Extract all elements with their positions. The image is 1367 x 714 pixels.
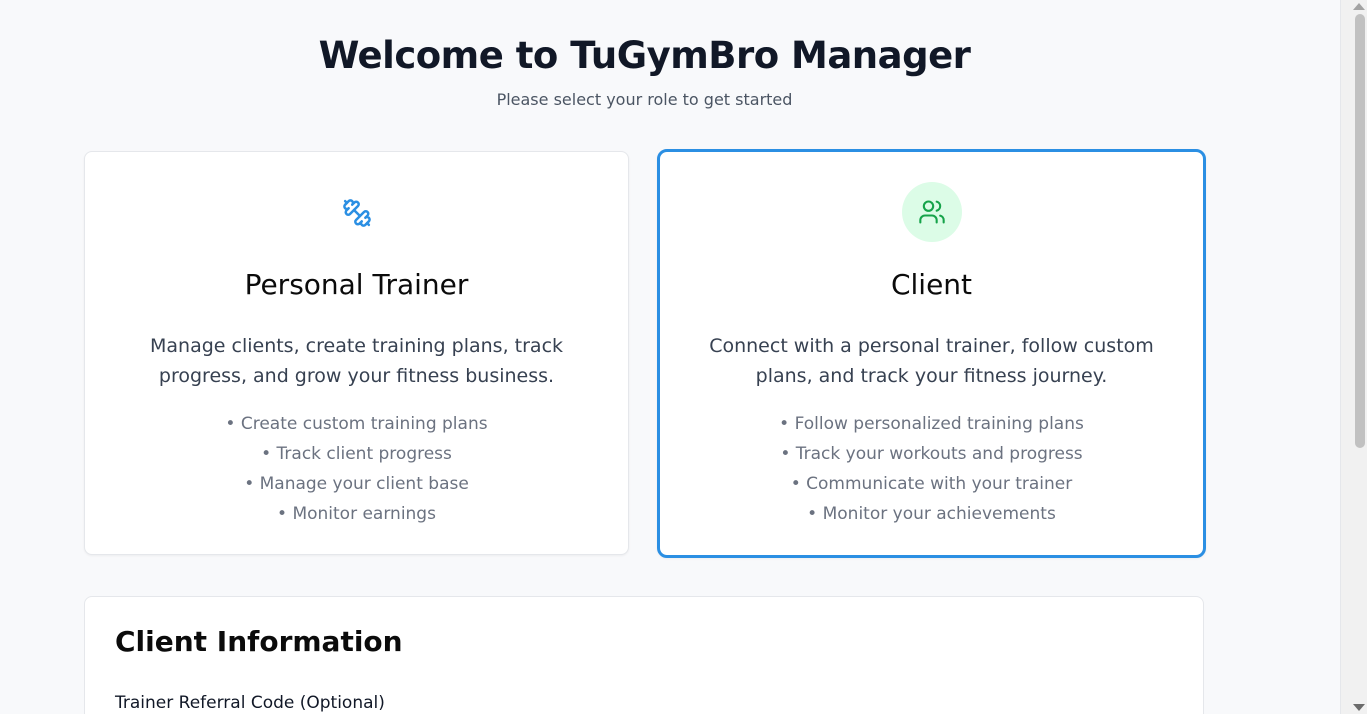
role-card-personal-trainer[interactable]: Personal Trainer Manage clients, create … [84,151,629,555]
role-selection-page: Welcome to TuGymBro Manager Please selec… [0,0,1340,714]
feature-item: • Track client progress [261,444,452,464]
feature-item: • Communicate with your trainer [790,474,1073,494]
role-description: Manage clients, create training plans, t… [149,335,564,387]
feature-item: • Monitor your achievements [807,504,1056,524]
role-card-client[interactable]: Client Connect with a personal trainer, … [657,149,1206,558]
page-title: Welcome to TuGymBro Manager [318,34,971,77]
role-feature-list: • Create custom training plans • Track c… [85,409,628,529]
page-subtitle: Please select your role to get started [496,90,793,109]
role-title: Client [890,268,973,301]
feature-item: • Follow personalized training plans [779,414,1084,434]
referral-code-label: Trainer Referral Code (Optional) [115,693,385,713]
users-icon [901,182,962,242]
feature-item: • Monitor earnings [277,504,436,524]
role-feature-list: • Follow personalized training plans • T… [660,409,1203,529]
client-information-section: Client Information Trainer Referral Code… [84,596,1204,714]
scroll-thumb[interactable] [1355,14,1365,448]
feature-item: • Manage your client base [244,474,469,494]
dumbbell-icon [327,183,387,243]
scroll-down-arrow-icon[interactable] [1353,704,1365,711]
vertical-scrollbar[interactable] [1340,0,1367,714]
scroll-up-arrow-icon[interactable] [1353,3,1365,10]
section-title: Client Information [115,625,403,658]
role-title: Personal Trainer [244,268,469,301]
feature-item: • Create custom training plans [225,414,488,434]
feature-item: • Track your workouts and progress [780,444,1083,464]
role-description: Connect with a personal trainer, follow … [709,335,1154,387]
